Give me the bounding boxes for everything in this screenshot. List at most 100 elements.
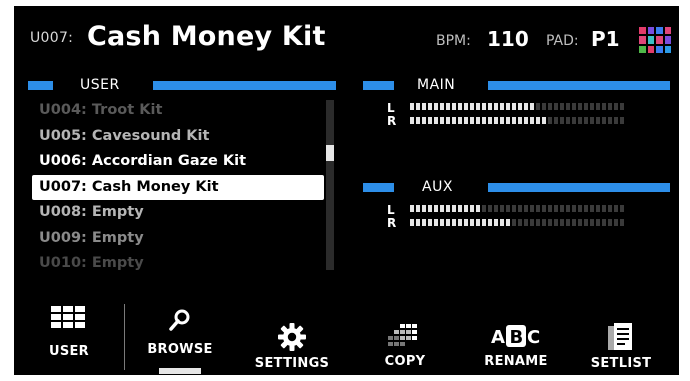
meter-segment [542,117,546,124]
meter-segment [434,117,438,124]
kit-list[interactable]: U004: Troot Kit U005: Cavesound Kit U006: … [32,98,324,277]
main-left-label: L [387,101,395,115]
meter-segment [494,117,498,124]
meter-segment [620,117,624,124]
rename-button-label: RENAME [484,354,548,369]
meter-segment [476,219,480,226]
meter-segment [488,103,492,110]
meter-segment [482,205,486,212]
meter-segment [422,117,426,124]
pad-swatch [639,45,646,53]
meter-segment [410,103,414,110]
user-section-bar-right [153,81,336,90]
meter-segment [620,205,624,212]
meter-segment [506,103,510,110]
meter-segment [446,117,450,124]
meter-segment [554,205,558,212]
main-section-title: MAIN [417,77,456,93]
kit-list-item[interactable]: U005: Cavesound Kit [32,124,324,150]
main-left-meter [410,103,624,110]
pad-swatch [639,36,646,44]
meter-segment [410,117,414,124]
user-button[interactable]: USER [34,306,104,359]
pad-value[interactable]: P1 [591,27,620,51]
meter-segment [458,103,462,110]
meter-segment [464,219,468,226]
aux-section-title: AUX [422,179,453,195]
meter-segment [470,103,474,110]
meter-segment [542,219,546,226]
meter-segment [488,117,492,124]
meter-segment [476,205,480,212]
toolbar-divider [124,304,125,370]
pad-swatch [664,36,671,44]
pad-swatch [639,27,646,35]
meter-segment [410,219,414,226]
gear-icon [278,323,306,351]
abc-icon: A B C [491,325,540,348]
meter-segment [572,103,576,110]
kit-list-scroll-thumb[interactable] [326,145,334,161]
bpm-value[interactable]: 110 [487,27,529,51]
svg-text:A: A [491,327,505,348]
current-kit-name: Cash Money Kit [87,21,326,52]
meter-segment [536,103,540,110]
meter-segment [608,117,612,124]
meter-segment [440,205,444,212]
kit-list-scrollbar[interactable] [326,100,334,270]
copy-grid-icon [388,324,417,346]
meter-segment [578,103,582,110]
aux-right-meter [410,219,624,226]
setlist-button[interactable]: SETLIST [584,322,658,371]
setlist-button-label: SETLIST [590,356,652,371]
meter-segment [560,103,564,110]
kit-list-item[interactable]: U009: Empty [32,226,324,252]
meter-segment [470,205,474,212]
meter-segment [422,219,426,226]
meter-segment [590,103,594,110]
kit-list-item[interactable]: U008: Empty [32,200,324,226]
meter-segment [434,103,438,110]
kit-list-item[interactable]: U006: Accordian Gaze Kit [32,149,324,175]
meter-segment [536,219,540,226]
meter-segment [608,219,612,226]
meter-segment [446,205,450,212]
meter-segment [554,117,558,124]
aux-left-label: L [387,203,395,217]
pad-label: PAD: [546,33,579,49]
pad-swatch [656,45,663,53]
meter-segment [494,103,498,110]
user-section-title: USER [80,77,120,93]
pad-grid-icon[interactable] [639,27,671,53]
meter-segment [500,205,504,212]
meter-segment [518,219,522,226]
meter-segment [596,103,600,110]
meter-segment [560,205,564,212]
copy-button[interactable]: COPY [370,320,440,369]
rename-button[interactable]: A B C RENAME [474,322,558,369]
meter-segment [452,219,456,226]
meter-segment [470,117,474,124]
meter-segment [452,103,456,110]
browse-button[interactable]: BROWSE [140,308,220,357]
meter-segment [494,205,498,212]
meter-segment [572,205,576,212]
aux-section-bar-right [488,183,670,192]
meter-segment [416,205,420,212]
meter-segment [506,205,510,212]
kit-list-item-selected[interactable]: U007: Cash Money Kit [32,174,324,200]
meter-segment [482,117,486,124]
pad-swatch [664,45,671,53]
meter-segment [428,219,432,226]
kit-list-item[interactable]: U010: Empty [32,251,324,277]
meter-segment [512,219,516,226]
aux-section-bar-left [363,183,394,192]
settings-button[interactable]: SETTINGS [250,322,334,371]
meter-segment [566,103,570,110]
meter-segment [512,103,516,110]
meter-segment [614,117,618,124]
meter-segment [500,219,504,226]
aux-right-label: R [387,216,397,230]
kit-list-item[interactable]: U004: Troot Kit [32,98,324,124]
setlist-document-icon [608,323,632,350]
